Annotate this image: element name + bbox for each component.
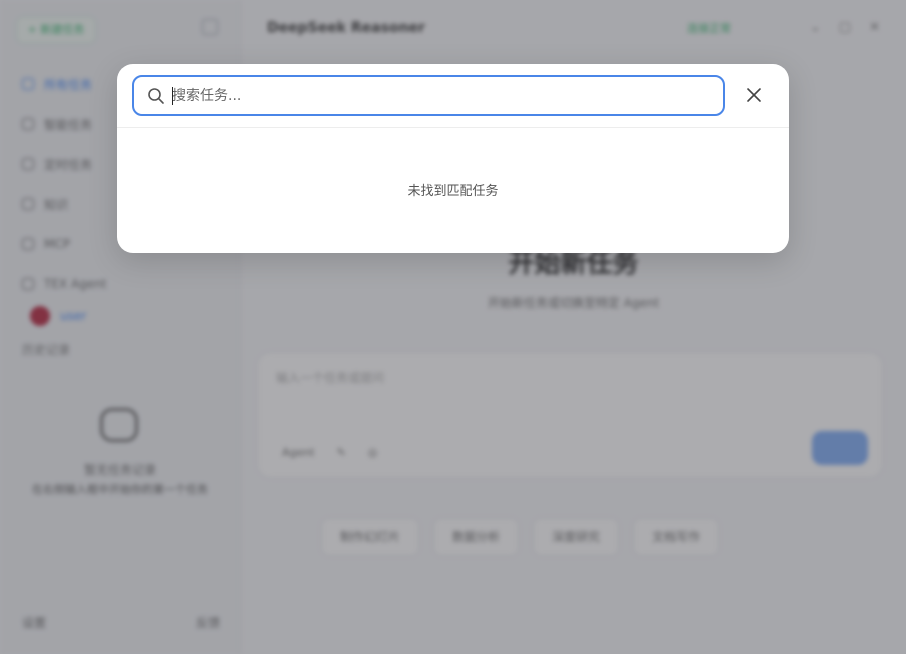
search-tasks-modal: 未找到匹配任务 — [117, 64, 789, 253]
no-results-message: 未找到匹配任务 — [407, 184, 499, 199]
close-icon[interactable] — [745, 86, 763, 104]
text-caret — [172, 87, 173, 105]
divider — [117, 127, 789, 128]
search-input[interactable] — [172, 83, 712, 108]
search-box[interactable] — [132, 75, 725, 116]
search-icon — [148, 88, 164, 104]
